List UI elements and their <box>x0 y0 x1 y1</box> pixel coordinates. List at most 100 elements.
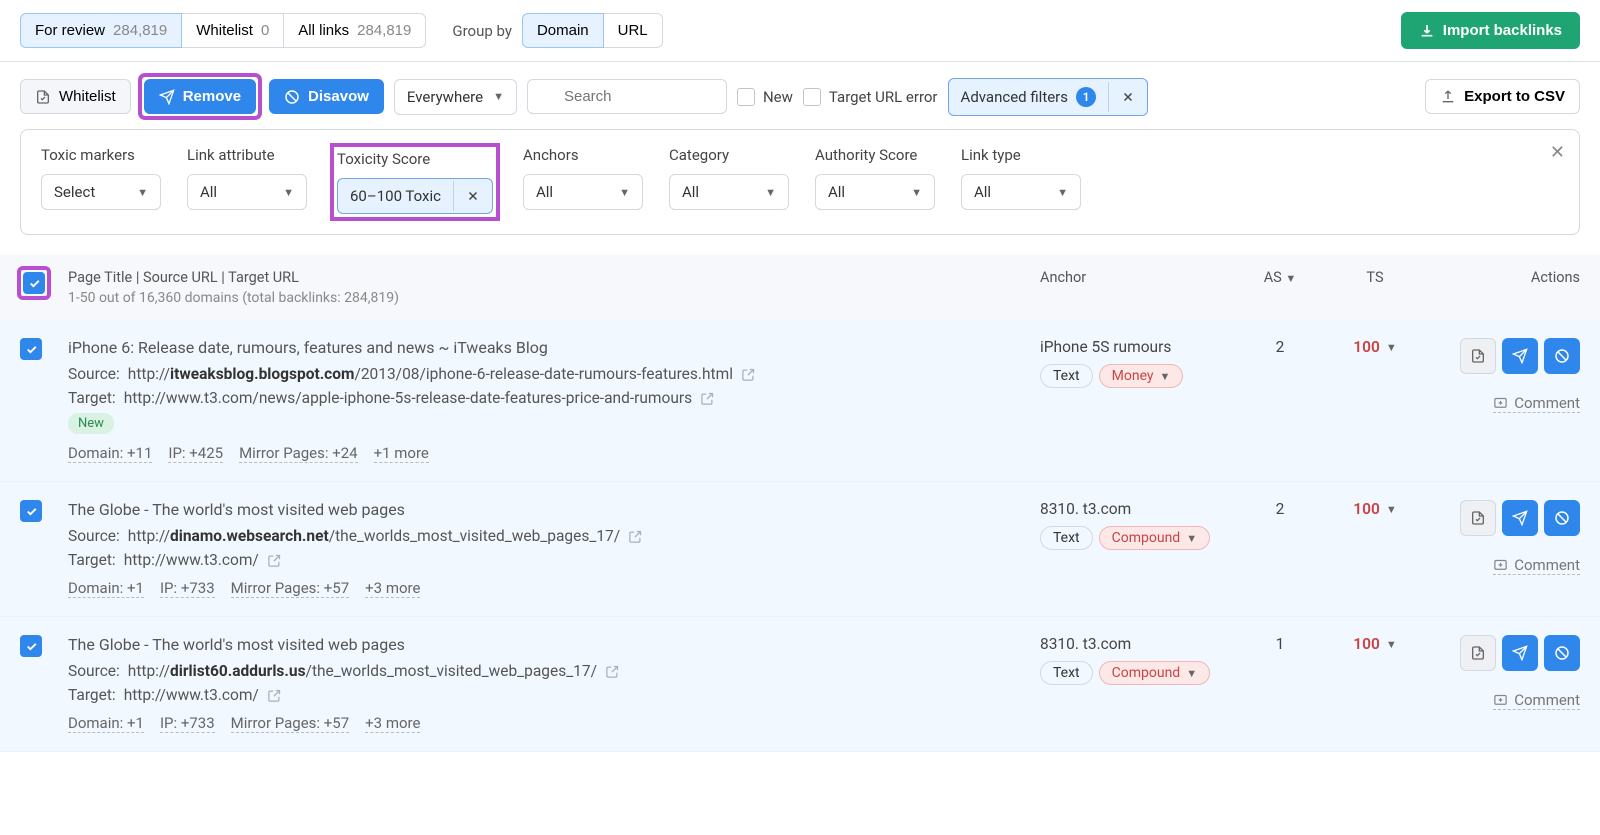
comment-link[interactable]: Comment <box>1493 394 1580 413</box>
row-checkbox[interactable] <box>20 500 42 522</box>
row-whitelist-button[interactable] <box>1460 500 1496 536</box>
button-label: Whitelist <box>59 88 116 105</box>
toxic-markers-dropdown[interactable]: Select ▼ <box>41 174 161 210</box>
meta-link[interactable]: Domain: +11 <box>68 444 152 463</box>
remove-button[interactable]: Remove <box>144 79 256 114</box>
anchor-badge[interactable]: Compound ▼ <box>1099 526 1210 550</box>
advanced-filters-clear[interactable] <box>1108 82 1147 112</box>
table-row: The Globe - The world's most visited web… <box>0 482 1600 617</box>
meta-link[interactable]: IP: +733 <box>160 714 215 733</box>
filter-link-attribute: Link attribute All ▼ <box>187 146 307 218</box>
row-source: Source: http://dirlist60.addurls.us/the_… <box>68 662 1040 680</box>
col-main-header: Page Title | Source URL | Target URL 1-5… <box>68 269 1040 306</box>
comment-link[interactable]: Comment <box>1493 691 1580 710</box>
upload-icon <box>1440 89 1456 105</box>
row-disavow-button[interactable] <box>1544 635 1580 671</box>
chip-clear[interactable] <box>453 181 492 211</box>
row-meta: Domain: +11 IP: +425 Mirror Pages: +24 +1 m… <box>68 444 1040 463</box>
top-tabs-bar: For review 284,819 Whitelist 0 All links… <box>0 0 1600 62</box>
meta-link[interactable]: +1 more <box>374 444 429 463</box>
chip-value: 60–100 Toxic <box>338 179 453 213</box>
chevron-down-icon: ▼ <box>1386 341 1397 354</box>
external-link-icon[interactable] <box>267 688 282 703</box>
meta-link[interactable]: Mirror Pages: +57 <box>231 714 350 733</box>
toxicity-score-chip[interactable]: 60–100 Toxic <box>337 178 493 214</box>
filter-authority-score: Authority Score All ▼ <box>815 146 935 218</box>
link-type-dropdown[interactable]: All ▼ <box>961 174 1081 210</box>
link-attribute-dropdown[interactable]: All ▼ <box>187 174 307 210</box>
button-label: Disavow <box>308 88 369 105</box>
external-link-icon[interactable] <box>267 553 282 568</box>
table-header: Page Title | Source URL | Target URL 1-5… <box>0 255 1600 320</box>
external-link-icon[interactable] <box>700 391 715 406</box>
authority-score-dropdown[interactable]: All ▼ <box>815 174 935 210</box>
external-link-icon[interactable] <box>741 367 756 382</box>
dropdown-value: All <box>828 183 845 201</box>
th-main-label: Page Title | Source URL | Target URL <box>68 269 1040 286</box>
group-by-url[interactable]: URL <box>604 13 663 48</box>
filter-panel-close[interactable]: ✕ <box>1550 142 1565 163</box>
row-disavow-button[interactable] <box>1544 338 1580 374</box>
search-field-wrap <box>527 79 727 114</box>
advanced-filters-chip[interactable]: Advanced filters 1 <box>948 78 1148 116</box>
chevron-down-icon: ▼ <box>1386 503 1397 516</box>
row-whitelist-button[interactable] <box>1460 635 1496 671</box>
anchors-dropdown[interactable]: All ▼ <box>523 174 643 210</box>
meta-link[interactable]: IP: +425 <box>168 444 223 463</box>
meta-link[interactable]: Domain: +1 <box>68 714 144 733</box>
filter-category: Category All ▼ <box>669 146 789 218</box>
export-csv-button[interactable]: Export to CSV <box>1425 79 1580 114</box>
chevron-down-icon: ▼ <box>493 90 504 103</box>
dropdown-value: All <box>682 183 699 201</box>
row-remove-button[interactable] <box>1502 635 1538 671</box>
category-dropdown[interactable]: All ▼ <box>669 174 789 210</box>
chevron-down-icon: ▼ <box>911 186 922 199</box>
row-source: Source: http://dinamo.websearch.net/the_… <box>68 527 1040 545</box>
anchor-badge[interactable]: Text <box>1040 526 1093 550</box>
advanced-filters-main[interactable]: Advanced filters 1 <box>949 79 1108 115</box>
tab-for-review[interactable]: For review 284,819 <box>20 13 182 48</box>
comment-link[interactable]: Comment <box>1493 556 1580 575</box>
ts-value[interactable]: 100 ▼ <box>1353 500 1396 518</box>
ts-value[interactable]: 100 ▼ <box>1353 635 1396 653</box>
ts-value[interactable]: 100 ▼ <box>1353 338 1396 356</box>
row-checkbox[interactable] <box>20 635 42 657</box>
external-link-icon[interactable] <box>628 529 643 544</box>
new-checkbox[interactable]: New <box>737 88 793 106</box>
anchor-badge[interactable]: Text <box>1040 661 1093 685</box>
chevron-down-icon: ▼ <box>283 186 294 199</box>
select-all-checkbox[interactable] <box>23 272 45 294</box>
search-input[interactable] <box>527 79 727 114</box>
meta-link[interactable]: +3 more <box>365 579 420 598</box>
anchor-badge[interactable]: Text <box>1040 364 1093 388</box>
chevron-down-icon: ▼ <box>1057 186 1068 199</box>
anchor-badge[interactable]: Compound ▼ <box>1099 661 1210 685</box>
meta-link[interactable]: IP: +733 <box>160 579 215 598</box>
tab-all-links[interactable]: All links 284,819 <box>284 13 426 48</box>
import-backlinks-button[interactable]: Import backlinks <box>1401 12 1580 49</box>
meta-link[interactable]: Mirror Pages: +24 <box>239 444 358 463</box>
row-remove-button[interactable] <box>1502 500 1538 536</box>
anchor-badges: TextCompound ▼ <box>1040 526 1240 550</box>
anchor-badge[interactable]: Money ▼ <box>1099 364 1184 388</box>
as-value: 2 <box>1276 338 1285 356</box>
disavow-button[interactable]: Disavow <box>269 79 384 114</box>
meta-link[interactable]: Domain: +1 <box>68 579 144 598</box>
whitelist-button[interactable]: Whitelist <box>20 79 131 114</box>
target-url-error-checkbox[interactable]: Target URL error <box>803 88 938 106</box>
group-by-domain[interactable]: Domain <box>522 13 604 48</box>
tab-whitelist[interactable]: Whitelist 0 <box>182 13 284 48</box>
th-as[interactable]: AS ▼ <box>1240 269 1320 286</box>
row-remove-button[interactable] <box>1502 338 1538 374</box>
meta-link[interactable]: Mirror Pages: +57 <box>231 579 350 598</box>
scope-dropdown[interactable]: Everywhere ▼ <box>394 79 517 115</box>
checkbox-label-text: New <box>763 88 793 106</box>
row-checkbox[interactable] <box>20 338 42 360</box>
filter-label: Toxic markers <box>41 146 161 164</box>
meta-link[interactable]: +3 more <box>365 714 420 733</box>
external-link-icon[interactable] <box>605 664 620 679</box>
row-whitelist-button[interactable] <box>1460 338 1496 374</box>
select-all-wrap <box>20 269 68 297</box>
row-disavow-button[interactable] <box>1544 500 1580 536</box>
chevron-down-icon: ▼ <box>1186 532 1197 545</box>
